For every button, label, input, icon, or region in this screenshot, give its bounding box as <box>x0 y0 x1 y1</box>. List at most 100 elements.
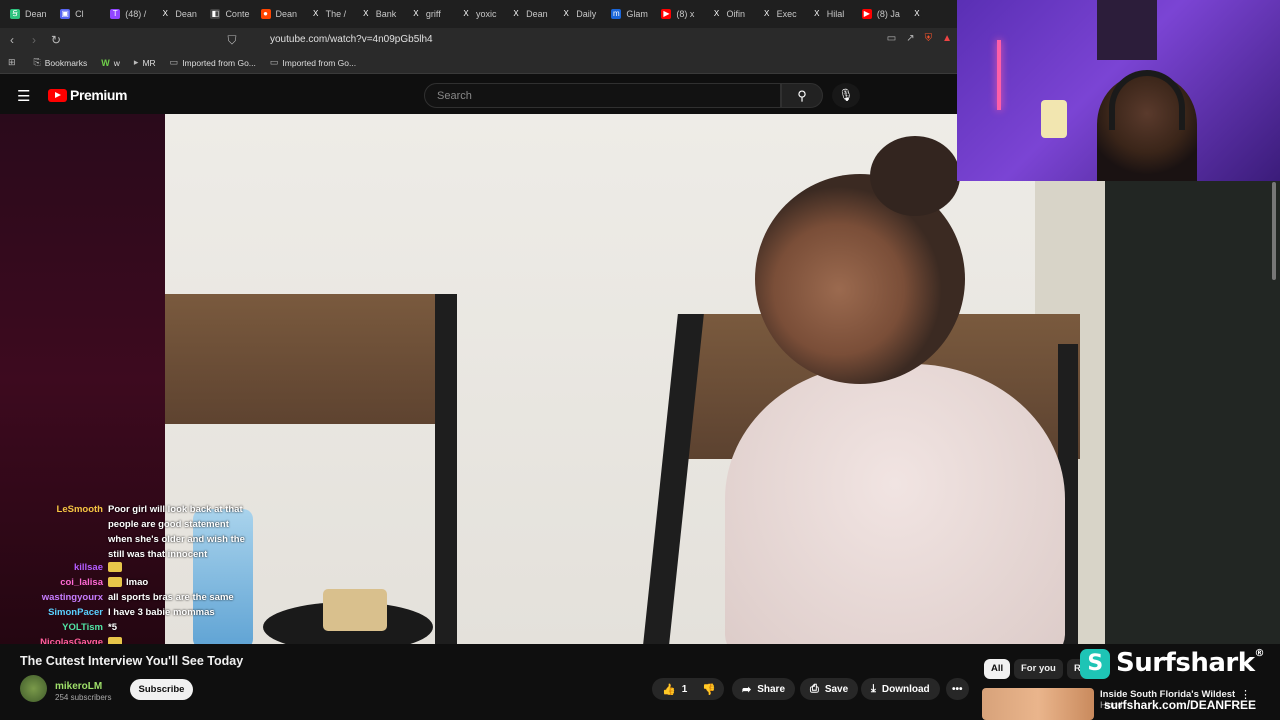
bookmarks-bar: ⊞ ⎘ Bookmarks Ww ▸ MR ▭ Imported from Go...… <box>0 52 958 74</box>
download-button[interactable]: ⤓ Download <box>861 678 940 700</box>
browser-tab[interactable]: X Daily <box>557 2 607 26</box>
browser-tab-label: Daily <box>576 9 597 19</box>
chat-text: *5 <box>108 622 117 633</box>
reddit-icon: ● <box>260 9 271 19</box>
browser-tab[interactable]: X Hilal <box>808 2 858 26</box>
browser-tab-label: Oifin <box>726 9 746 19</box>
right-background <box>1105 180 1280 644</box>
share-icon[interactable]: ↗ <box>906 33 914 44</box>
chat-username[interactable]: wastingyourx <box>0 590 108 605</box>
menu-icon[interactable]: ☰ <box>17 87 30 105</box>
cast-icon[interactable]: ▭ <box>887 33 896 44</box>
chat-message: LeSmooth Poor girl will look back at that <box>0 502 243 517</box>
reload-icon[interactable]: ↻ <box>46 33 66 47</box>
search-input[interactable]: Search <box>424 83 781 108</box>
browser-tab[interactable]: ▶ (8) x <box>657 2 707 26</box>
browser-tab[interactable]: ▶ (8) Ja <box>858 2 908 26</box>
chat-message: wastingyourx all sports bras are the same <box>0 590 234 605</box>
share-arrow-icon: ➦ <box>742 683 752 696</box>
rewards-icon[interactable]: ▲ <box>942 33 952 44</box>
chat-username[interactable]: SimonPacer <box>0 605 108 620</box>
subscribe-button[interactable]: Subscribe <box>130 679 193 700</box>
surfshark-logo-icon: S <box>1080 648 1110 679</box>
browser-tab-label: Hilal <box>826 9 845 19</box>
browser-tab[interactable]: Ꞩ Dean <box>6 2 56 26</box>
stream-chat-overlay: LeSmooth Poor girl will look back at that… <box>0 492 270 678</box>
x-icon: X <box>460 9 471 19</box>
browser-tab[interactable]: ● Dean <box>257 2 307 26</box>
browser-tab-label: (8) Ja <box>876 9 900 19</box>
chat-username[interactable] <box>0 517 108 532</box>
back-icon[interactable]: ‹ <box>2 33 22 47</box>
search-icon[interactable]: ⚲ <box>781 83 823 108</box>
x-icon: X <box>410 9 421 19</box>
youtube-icon: ▶ <box>861 9 872 19</box>
browser-tab[interactable]: X The / <box>307 2 357 26</box>
scrollbar[interactable] <box>1272 182 1276 280</box>
headset-icon <box>1109 70 1185 130</box>
bookmark-item-w[interactable]: Ww <box>101 58 120 68</box>
browser-tab[interactable]: X Dean <box>507 2 557 26</box>
browser-tab[interactable]: Xgriff <box>407 2 457 26</box>
save-button[interactable]: ⎙ Save <box>800 678 859 700</box>
browser-tab-label: yoxic <box>475 9 497 19</box>
chat-username[interactable] <box>0 532 108 547</box>
browser-tab-label: (48) / <box>125 9 147 19</box>
browser-tab[interactable]: X Oifin <box>708 2 758 26</box>
sponsor-logo: S Surfshark® <box>1080 648 1264 679</box>
browser-address-bar: ‹ › ↻ ⛉ youtube.com/watch?v=4n09pGb5lh4 … <box>0 28 958 52</box>
browser-tab[interactable]: m Glam <box>607 2 657 26</box>
video-child-body <box>725 364 1065 644</box>
dislike-button[interactable]: 👎 <box>694 678 724 700</box>
x-icon: X <box>160 9 171 19</box>
forward-icon[interactable]: › <box>24 33 44 47</box>
chat-username[interactable]: YOLTism <box>0 620 108 635</box>
brave-shield-icon[interactable]: ⛨ <box>925 33 933 44</box>
video-player[interactable] <box>165 114 1105 644</box>
filter-chip-for-you[interactable]: For you <box>1014 659 1063 679</box>
browser-tab-label: The / <box>325 9 347 19</box>
bookmark-item-bookmarks[interactable]: ⎘ Bookmarks <box>34 57 88 68</box>
browser-tab[interactable]: X Bank <box>357 2 407 26</box>
recommendation-thumbnail[interactable] <box>982 688 1094 720</box>
browser-tab-label: Dean <box>25 9 47 19</box>
like-button[interactable]: 👍 1 <box>652 678 696 700</box>
bookmark-folder-2[interactable]: ▭ Imported from Go... <box>270 57 356 68</box>
browser-tab[interactable]: T (48) / <box>106 2 156 26</box>
x-icon: X <box>811 9 822 19</box>
url-field[interactable]: youtube.com/watch?v=4n09pGb5lh4 <box>270 34 433 45</box>
channel-name[interactable]: mikeroLM <box>55 681 102 692</box>
x-icon: X <box>360 9 371 19</box>
chat-username[interactable]: coi_lalisa <box>0 575 108 590</box>
webcam-overlay <box>957 0 1280 181</box>
youtube-logo[interactable]: Premium <box>48 87 128 103</box>
browser-tab[interactable]: X Exec <box>758 2 808 26</box>
chat-emote-icon <box>108 577 122 588</box>
x-icon: X <box>310 9 321 19</box>
like-count: 1 <box>681 683 688 695</box>
bookmark-folder-1[interactable]: ▭ Imported from Go... <box>170 57 256 68</box>
apps-grid-icon[interactable]: ⊞ <box>8 57 20 68</box>
filter-chip-all[interactable]: All <box>984 659 1011 679</box>
webcam-poster <box>1097 0 1157 60</box>
folder-icon: ▭ <box>269 57 279 67</box>
browser-tab[interactable]: ▣ Cl <box>56 2 106 26</box>
browser-tab[interactable]: ◧ Conte <box>206 2 256 26</box>
bookmark-page-icon[interactable]: ⛉ <box>222 33 242 48</box>
chat-username[interactable]: killsae <box>0 560 108 575</box>
chat-message: SimonPacer I have 3 babie mommas <box>0 605 215 620</box>
more-actions-button[interactable]: ••• <box>946 678 969 700</box>
subscriber-count: 254 subscribers <box>55 693 112 702</box>
browser-tab[interactable]: X Dean <box>156 2 206 26</box>
browser-tab-label: Glam <box>626 9 648 19</box>
more-icon: ••• <box>952 683 963 695</box>
channel-avatar[interactable] <box>20 675 47 702</box>
browser-tab[interactable]: X <box>908 2 958 26</box>
microphone-icon[interactable]: 🎙 <box>832 83 860 108</box>
x-icon: X <box>761 9 772 19</box>
chat-username[interactable]: LeSmooth <box>0 502 108 517</box>
chat-text: Poor girl will look back at that <box>108 504 243 515</box>
browser-tab[interactable]: Xyoxic <box>457 2 507 26</box>
bookmark-item-mr[interactable]: ▸ MR <box>134 57 156 68</box>
share-button[interactable]: ➦ Share <box>732 678 796 700</box>
